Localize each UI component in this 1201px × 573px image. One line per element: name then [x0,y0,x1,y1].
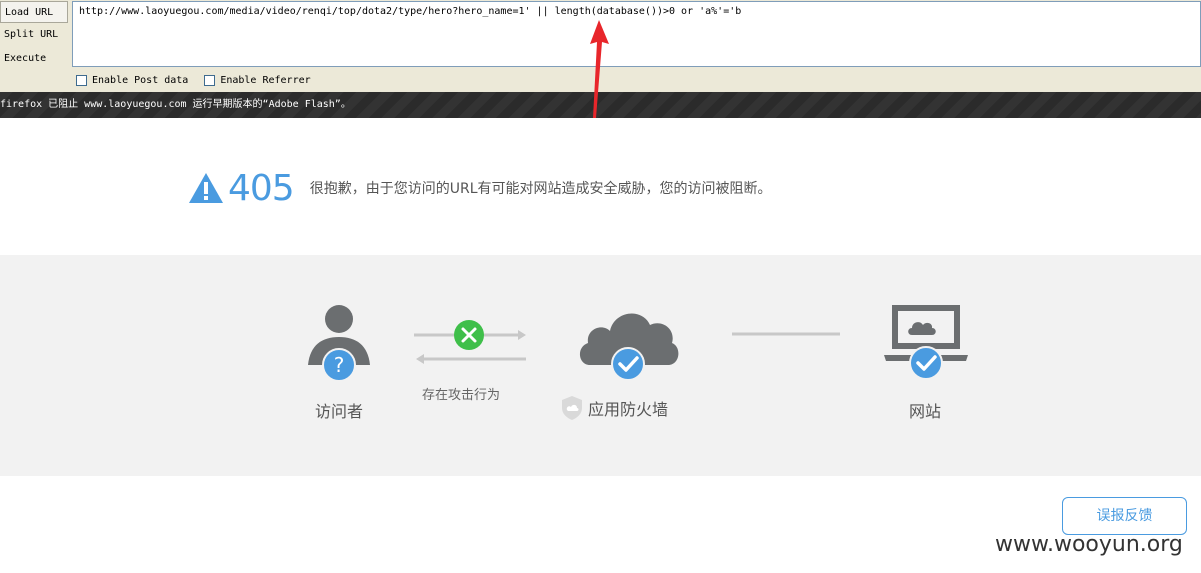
error-code: 405 [228,167,295,209]
url-textarea[interactable]: http://www.laoyuegou.com/media/video/ren… [72,1,1201,67]
enable-post-checkbox[interactable]: Enable Post data [76,74,189,86]
enable-post-label: Enable Post data [92,74,189,86]
watermark: www.wooyun.org [995,532,1183,557]
checkbox-icon [204,74,216,86]
annotation-arrow-icon [590,20,609,118]
enable-referrer-checkbox[interactable]: Enable Referrer [204,74,311,86]
split-url-button[interactable]: Split URL [0,24,68,46]
hackbar-options: Enable Post data Enable Referrer [76,72,327,88]
website-laptop-icon [884,305,968,380]
website-label: 网站 [908,402,941,421]
visitor-label: 访问者 [314,402,363,421]
shield-icon [562,396,582,420]
execute-button[interactable]: Execute [0,48,68,70]
visitor-icon: ? [308,305,370,382]
load-url-button[interactable]: Load URL [0,1,68,23]
warning-icon [189,173,223,203]
error-text: 很抱歉，由于您访问的URL有可能对网站造成安全威胁，您的访问被阻断。 [309,181,772,197]
checkbox-icon [76,74,87,86]
svg-text:?: ? [334,353,345,377]
enable-referrer-label: Enable Referrer [220,74,311,86]
block-diagram: ? 访问者 存在攻击行为 应用防火墙 网站 [0,255,1201,476]
blocked-arrows-icon [414,320,526,364]
firewall-label: 应用防火墙 [588,400,669,419]
error-message: 405 很抱歉，由于您访问的URL有可能对网站造成安全威胁，您的访问被阻断。 [188,166,772,210]
attack-label: 存在攻击行为 [422,388,501,403]
cloud-firewall-icon [579,313,679,381]
false-positive-feedback-button[interactable]: 误报反馈 [1062,497,1187,535]
connection-line [732,332,840,336]
hackbar-buttons: Load URL Split URL Execute [0,0,72,70]
